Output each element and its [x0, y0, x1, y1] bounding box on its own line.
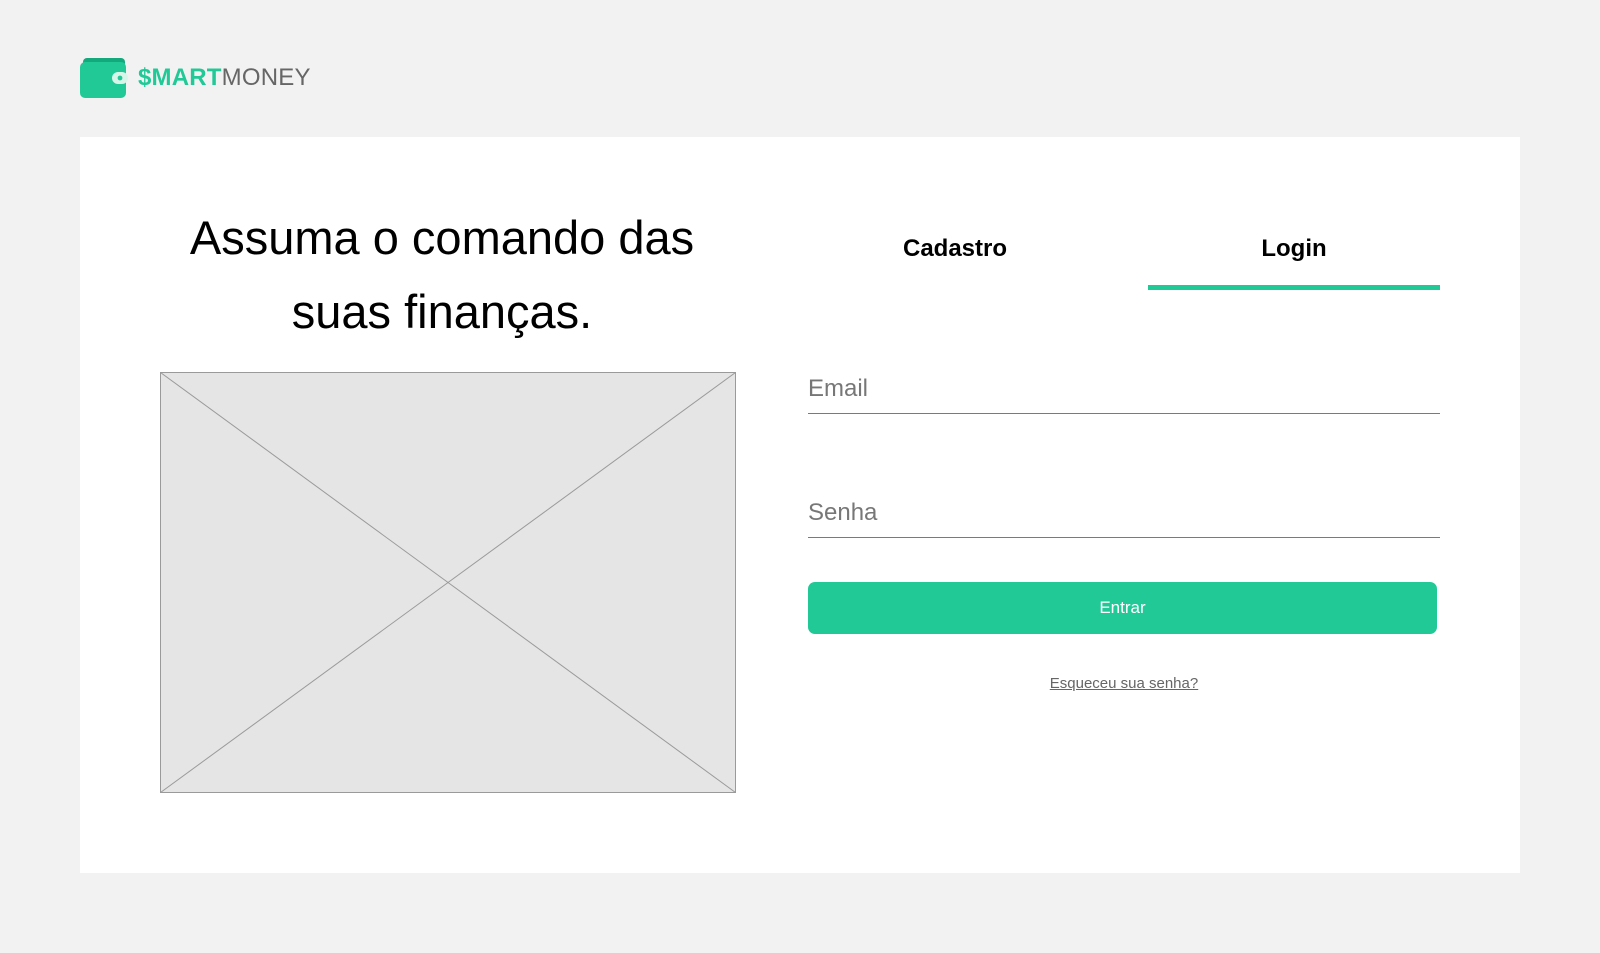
- forgot-password-link[interactable]: Esqueceu sua senha?: [808, 675, 1440, 692]
- password-field[interactable]: [808, 489, 1440, 538]
- wallet-icon: [80, 58, 128, 98]
- brand-name: $MARTMONEY: [138, 58, 311, 98]
- brand-logo[interactable]: $MARTMONEY: [80, 58, 311, 98]
- auth-tabs: Cadastro Login: [808, 229, 1440, 293]
- brand-name-light: MONEY: [221, 64, 311, 91]
- brand-name-bold: $MART: [138, 64, 222, 91]
- login-card: Assuma o comando das suas finanças. Cada…: [80, 137, 1520, 873]
- tab-login[interactable]: Login: [1148, 229, 1440, 289]
- login-button[interactable]: Entrar: [808, 582, 1437, 634]
- active-tab-indicator: [1148, 285, 1440, 290]
- hero-headline: Assuma o comando das suas finanças.: [189, 211, 695, 338]
- tab-cadastro[interactable]: Cadastro: [808, 229, 1102, 289]
- image-placeholder-icon: [160, 372, 736, 793]
- email-field[interactable]: [808, 365, 1440, 414]
